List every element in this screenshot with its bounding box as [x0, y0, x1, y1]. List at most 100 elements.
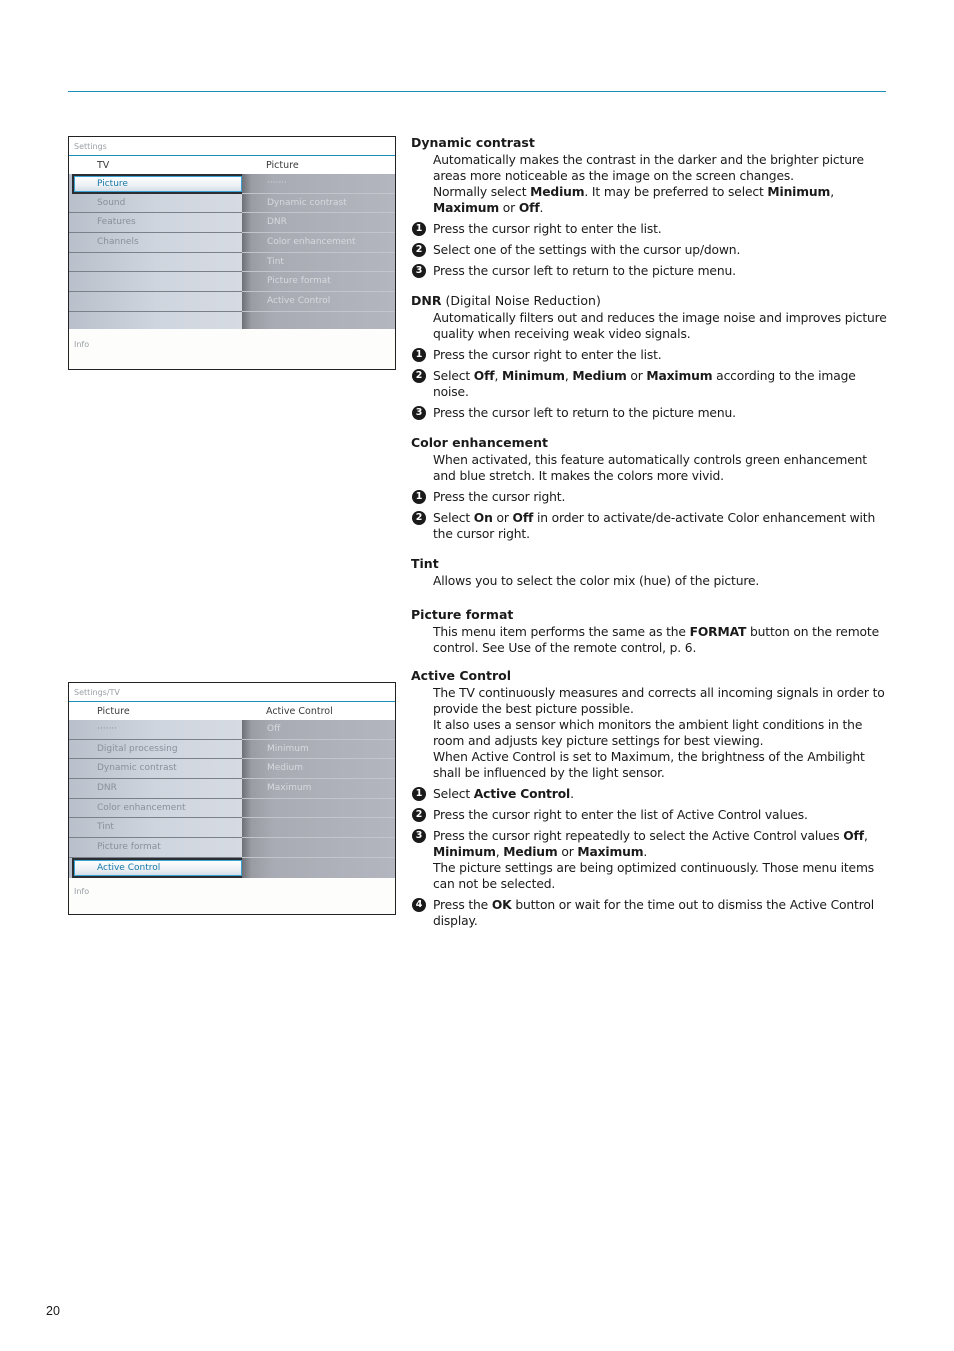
paragraph: Normally select Medium. It may be prefer…	[433, 184, 887, 216]
step-number-icon: 1	[412, 348, 426, 362]
text: Normally select	[433, 185, 531, 199]
menu-item-dnr[interactable]: DNR	[69, 779, 242, 799]
section-title: Picture format	[411, 607, 514, 622]
menu-item-color-enhancement[interactable]: Color enhancement	[69, 799, 242, 819]
step-number-icon: 2	[412, 511, 426, 525]
bold-text: Minimum	[767, 185, 831, 199]
bold-text: Maximum	[577, 845, 644, 859]
paragraph: When Active Control is set to Maximum, t…	[433, 750, 865, 780]
menu-item-empty	[69, 292, 242, 312]
section-description: This menu item performs the same as the …	[411, 624, 887, 656]
submenu-item-color-enhancement: Color enhancement	[242, 233, 395, 253]
title-text: DNR	[411, 293, 442, 308]
section-dnr: DNR (Digital Noise Reduction) Automatica…	[411, 291, 887, 421]
submenu-item-ellipsis: ·······	[242, 174, 395, 194]
section-title: Dynamic contrast	[411, 135, 535, 150]
option-minimum: Minimum	[242, 740, 395, 760]
option-empty	[242, 858, 395, 878]
page-number: 20	[46, 1304, 60, 1318]
section-color-enhancement: Color enhancement When activated, this f…	[411, 433, 887, 542]
section-description: When activated, this feature automatical…	[433, 453, 867, 483]
step-item: 2 Select On or Off in order to activate/d…	[411, 510, 887, 542]
menu-item-dynamic-contrast[interactable]: Dynamic contrast	[69, 759, 242, 780]
menu-item-picture-format[interactable]: Picture format	[69, 838, 242, 858]
step-number-icon: 1	[412, 222, 426, 236]
bold-text: On	[473, 511, 493, 525]
text: . It may be preferred to select	[584, 185, 768, 199]
section-title: Active Control	[411, 668, 511, 683]
text: .	[570, 787, 574, 801]
step-text: Press the cursor right to enter the list…	[433, 808, 808, 822]
paragraph: The TV continuously measures and correct…	[433, 686, 885, 716]
submenu-item-active-control: Active Control	[242, 292, 395, 312]
menu-item-features[interactable]: Features	[69, 213, 242, 234]
step-text: Press the cursor right to enter the list…	[433, 222, 662, 236]
text: ,	[863, 829, 868, 843]
bold-text: Maximum	[433, 201, 500, 215]
section-description: The TV continuously measures and correct…	[411, 685, 887, 781]
bold-text: Off	[518, 201, 540, 215]
text: Select	[433, 369, 474, 383]
menu-right-list: Off Minimum Medium Maximum	[242, 720, 395, 878]
menu-item-tint[interactable]: Tint	[69, 818, 242, 839]
bold-text: Active Control	[473, 787, 571, 801]
step-item: 1 Press the cursor right to enter the lis…	[411, 347, 887, 363]
menu-item-channels[interactable]: Channels	[69, 233, 242, 253]
menu-left-header: Picture	[97, 706, 130, 717]
text: or	[626, 369, 647, 383]
step-text: Press the cursor left to return to the p…	[433, 264, 736, 278]
tv-menu-active-control-screenshot: Settings/TV Picture Active Control ·····…	[68, 682, 396, 915]
paragraph: It also uses a sensor which monitors the…	[433, 718, 863, 748]
submenu-item-dynamic-contrast: Dynamic contrast	[242, 194, 395, 214]
menu-item-digital-processing[interactable]: Digital processing	[69, 740, 242, 760]
menu-item-picture[interactable]: Picture	[72, 174, 244, 194]
text: Select	[433, 511, 474, 525]
text: Select	[433, 787, 474, 801]
step-note: The picture settings are being optimized…	[433, 861, 875, 891]
section-description: Automatically filters out and reduces th…	[433, 311, 887, 341]
menu-item-sound[interactable]: Sound	[69, 194, 242, 214]
menu-info-label: Info	[69, 881, 395, 914]
step-number-icon: 2	[412, 808, 426, 822]
paragraph: Automatically makes the contrast in the …	[433, 153, 864, 183]
step-text: Press the cursor right.	[433, 490, 566, 504]
text: or	[492, 511, 513, 525]
text: This menu item performs the same as the	[433, 625, 690, 639]
step-number-icon: 1	[412, 490, 426, 504]
step-item: 4 Press the OK button or wait for the tim…	[411, 897, 887, 929]
menu-header: TV Picture	[69, 156, 395, 174]
text: or	[557, 845, 578, 859]
step-text: Select one of the settings with the curs…	[433, 243, 741, 257]
step-item: 1 Select Active Control.	[411, 786, 887, 802]
bold-text: Maximum	[646, 369, 713, 383]
title-suffix: (Digital Noise Reduction)	[441, 293, 601, 308]
submenu-item-picture-format: Picture format	[242, 272, 395, 293]
text: .	[539, 201, 544, 215]
option-off: Off	[242, 720, 395, 740]
step-number-icon: 4	[412, 898, 426, 912]
menu-item-active-control[interactable]: Active Control	[72, 857, 244, 878]
option-medium: Medium	[242, 759, 395, 780]
menu-right-header: Active Control	[266, 706, 333, 717]
step-item: 2 Select one of the settings with the cur…	[411, 242, 887, 258]
menu-right-header: Picture	[266, 160, 299, 171]
menu-breadcrumb: Settings/TV	[69, 683, 395, 702]
step-number-icon: 3	[412, 829, 426, 843]
step-item: 3 Press the cursor left to return to the …	[411, 405, 887, 421]
step-text: Press the cursor left to return to the p…	[433, 406, 736, 420]
header-rule	[68, 91, 886, 92]
menu-item-empty	[69, 272, 242, 293]
menu-info-label: Info	[69, 329, 395, 369]
manual-text-column: Dynamic contrast Automatically makes the…	[411, 133, 887, 929]
menu-item-ellipsis[interactable]: ·······	[69, 720, 242, 740]
text: or	[499, 201, 519, 215]
menu-left-header: TV	[97, 160, 110, 171]
section-description: Allows you to select the color mix (hue)…	[433, 574, 760, 588]
tv-menu-settings-screenshot: Settings TV Picture Picture Sound Featur…	[68, 136, 396, 370]
bold-text: Off	[843, 829, 864, 843]
text: .	[643, 845, 648, 859]
text: Press the	[433, 898, 492, 912]
